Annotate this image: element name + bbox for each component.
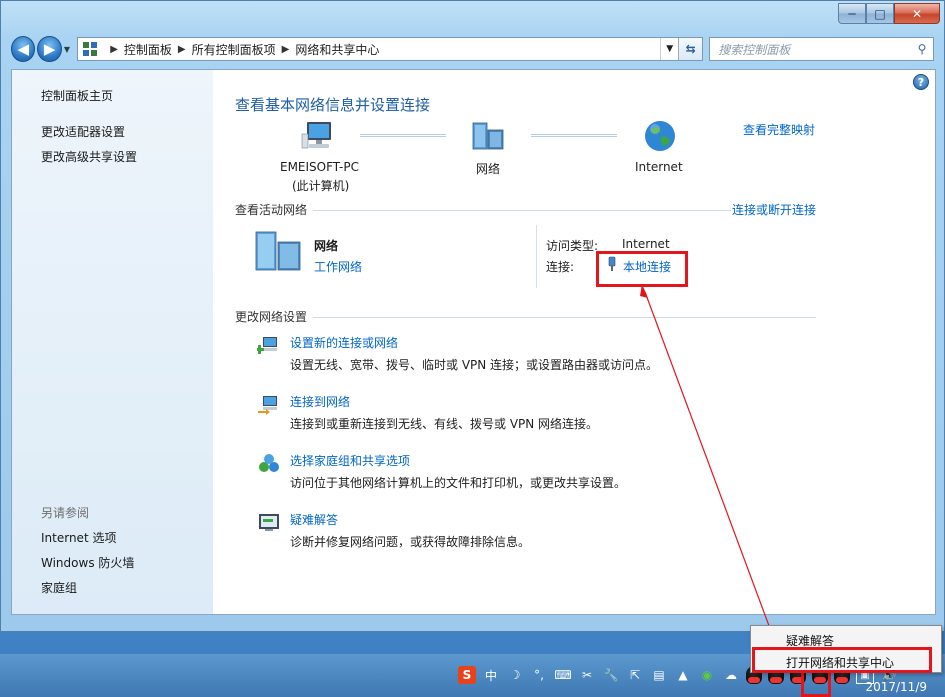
ime-mode-indicator[interactable]: 中 [482, 666, 500, 684]
punctuation-indicator[interactable]: °, [530, 666, 548, 684]
cloud-icon[interactable]: ☁ [722, 666, 740, 684]
tray-highlight-box [801, 670, 831, 697]
half-width-moon-icon[interactable]: ☽ [506, 666, 524, 684]
keyboard-icon[interactable]: ⌨ [554, 666, 572, 684]
show-hidden-icons-chevron[interactable]: ▲ [674, 666, 692, 684]
annotation-arrow [640, 284, 779, 651]
clock-date[interactable]: 2017/11/9 [865, 680, 927, 694]
sogou-ime-icon[interactable]: S [458, 666, 476, 684]
toolbox-icon[interactable]: ✂ [578, 666, 596, 684]
wrench-icon[interactable]: 🔧 [602, 666, 620, 684]
menu-highlight-box [752, 647, 932, 673]
share-icon[interactable]: ⇱ [626, 666, 644, 684]
wechat-icon[interactable]: ◉ [698, 666, 716, 684]
tray-app-icon[interactable]: ▤ [650, 666, 668, 684]
